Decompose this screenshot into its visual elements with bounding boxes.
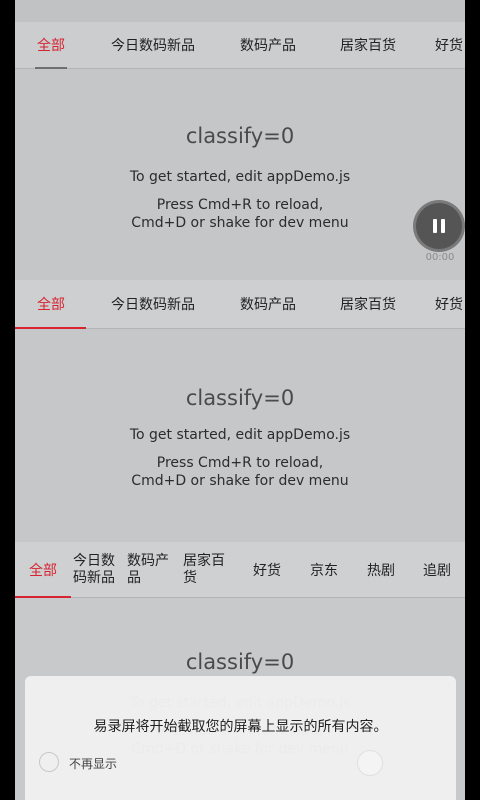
tab-good-goods[interactable]: 好货	[435, 22, 465, 68]
dialog-action-ring[interactable]	[357, 750, 383, 776]
tab-indicator	[15, 327, 86, 329]
tab-jd[interactable]: 京东	[302, 542, 346, 597]
tab-all[interactable]: 全部	[25, 22, 77, 68]
tab-bar: 全部 今日数码新品 数码产品 居家百货 好货	[15, 280, 465, 329]
record-pause-button[interactable]	[416, 203, 462, 249]
tab-indicator	[15, 596, 71, 598]
record-timer: 00:00	[425, 252, 455, 263]
tab-all[interactable]: 全部	[25, 542, 61, 597]
welcome-text: classify=0	[185, 650, 295, 674]
tab-indicator	[35, 67, 67, 69]
welcome-text: classify=0	[185, 386, 295, 410]
tab-today-digital[interactable]: 今日数码新品	[101, 280, 205, 328]
app-panel-1: 全部 今日数码新品 数码产品 居家百货 好货 classify=0 To get…	[15, 0, 465, 280]
pause-icon	[431, 219, 447, 233]
app-panel-2: 全部 今日数码新品 数码产品 居家百货 好货 classify=0 To get…	[15, 280, 465, 542]
dont-show-again-label[interactable]: 不再显示	[69, 755, 117, 772]
instructions: To get started, edit appDemo.js	[129, 169, 351, 185]
tab-good-goods[interactable]: 好货	[245, 542, 289, 597]
tab-digital-products[interactable]: 数码产品	[127, 542, 175, 597]
dont-show-again-checkbox[interactable]	[39, 752, 59, 772]
tab-digital-products[interactable]: 数码产品	[231, 22, 305, 68]
welcome-text: classify=0	[185, 124, 295, 148]
tab-all[interactable]: 全部	[25, 280, 77, 328]
instructions-reload: Press Cmd+R to reload, Cmd+D or shake fo…	[131, 455, 349, 489]
tab-today-digital[interactable]: 今日数码新品	[70, 542, 118, 597]
tab-home-goods[interactable]: 居家百货	[331, 280, 405, 328]
tab-digital-products[interactable]: 数码产品	[231, 280, 305, 328]
tab-good-goods[interactable]: 好货	[435, 280, 465, 328]
tab-chase-drama[interactable]: 追剧	[415, 542, 459, 597]
screen-capture-dialog: 易录屏将开始截取您的屏幕上显示的所有内容。 不再显示	[25, 676, 456, 800]
dialog-message: 易录屏将开始截取您的屏幕上显示的所有内容。	[93, 719, 388, 735]
tab-bar: 全部 今日数码新品 数码产品 居家百货 好货 京东 热剧 追剧	[15, 542, 465, 598]
tab-hot-drama[interactable]: 热剧	[359, 542, 403, 597]
instructions: To get started, edit appDemo.js	[129, 427, 351, 443]
tab-today-digital[interactable]: 今日数码新品	[101, 22, 205, 68]
instructions-reload: Press Cmd+R to reload, Cmd+D or shake fo…	[131, 197, 349, 231]
tab-home-goods[interactable]: 居家百货	[331, 22, 405, 68]
screen: 全部 今日数码新品 数码产品 居家百货 好货 classify=0 To get…	[0, 0, 480, 800]
status-bar	[15, 0, 465, 22]
tab-bar: 全部 今日数码新品 数码产品 居家百货 好货	[15, 22, 465, 69]
tab-home-goods[interactable]: 居家百货	[183, 542, 231, 597]
